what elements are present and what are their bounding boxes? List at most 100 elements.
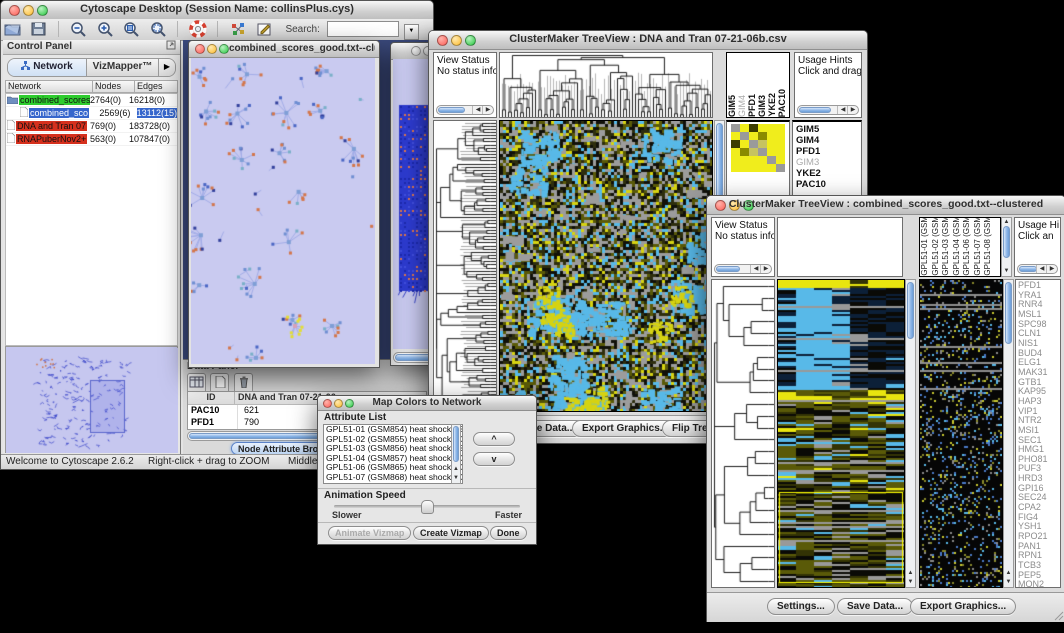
help-lifebuoy-icon[interactable] bbox=[189, 20, 208, 38]
main-titlebar[interactable]: Cytoscape Desktop (Session Name: collins… bbox=[1, 1, 433, 20]
zoom-selected-icon[interactable] bbox=[122, 20, 141, 38]
zoom-heatmap[interactable] bbox=[731, 124, 785, 172]
scroll-up-arrow[interactable]: ▲ bbox=[906, 569, 915, 578]
zoom-heatmap-cell[interactable] bbox=[776, 164, 785, 172]
scroll-up-arrow[interactable]: ▲ bbox=[1002, 218, 1011, 227]
scrollbar-thumb[interactable] bbox=[453, 426, 459, 462]
save-data-button[interactable]: Save Data... bbox=[837, 598, 913, 615]
scrollbar-thumb[interactable] bbox=[799, 107, 831, 113]
scroll-down-arrow[interactable]: ▼ bbox=[452, 474, 460, 483]
scroll-down-arrow[interactable]: ▼ bbox=[906, 578, 915, 587]
scroll-up-arrow[interactable]: ▲ bbox=[1004, 569, 1013, 578]
zoom-heatmap-cell[interactable] bbox=[758, 156, 767, 164]
dialog-titlebar[interactable]: Map Colors to Network bbox=[318, 396, 536, 411]
zoom-heatmap-cell[interactable] bbox=[731, 156, 740, 164]
zoom-heatmap-cell[interactable] bbox=[758, 132, 767, 140]
annotation-icon[interactable] bbox=[255, 20, 274, 38]
column-dendrogram-canvas[interactable] bbox=[500, 53, 712, 117]
tab-network[interactable]: Network bbox=[8, 59, 87, 76]
search-dropdown-arrow[interactable]: ▼ bbox=[404, 24, 419, 40]
zoom-heatmap-cell[interactable] bbox=[740, 164, 749, 172]
network-overview-canvas[interactable] bbox=[6, 348, 178, 453]
scrollbar-thumb[interactable] bbox=[716, 266, 740, 272]
zoom-heatmap-cell[interactable] bbox=[776, 124, 785, 132]
settings-button[interactable]: Settings... bbox=[767, 598, 835, 615]
scrollbar-thumb[interactable] bbox=[438, 107, 465, 113]
column-labels-panel[interactable]: GIM5GIM4PFD1GIM3YKE2PAC10 bbox=[726, 52, 790, 118]
zoom-heatmap-cell[interactable] bbox=[776, 140, 785, 148]
zoom-heatmap-cell[interactable] bbox=[776, 132, 785, 140]
zoom-heatmap-cell[interactable] bbox=[758, 148, 767, 156]
create-vizmap-button[interactable]: Create Vizmap bbox=[413, 526, 489, 540]
treeview1-titlebar[interactable]: ClusterMaker TreeView : DNA and Tran 07-… bbox=[429, 31, 867, 50]
gene-dendrogram-panel[interactable] bbox=[433, 120, 497, 412]
zoom-fit-icon[interactable] bbox=[149, 20, 168, 38]
zoom-heatmap-cell[interactable] bbox=[731, 164, 740, 172]
zoom-heatmap-cell[interactable] bbox=[758, 140, 767, 148]
zoom-heatmap-cell[interactable] bbox=[731, 140, 740, 148]
plugin-manager-icon[interactable] bbox=[229, 20, 248, 38]
zoom-heatmap-cell[interactable] bbox=[740, 148, 749, 156]
zoom-heatmap-cell[interactable] bbox=[749, 164, 758, 172]
search-input[interactable] bbox=[327, 21, 399, 37]
gene-labels-vscrollbar[interactable]: ▲ ▼ bbox=[1003, 279, 1014, 588]
attribute-list-vscrollbar[interactable]: ▲ ▼ bbox=[451, 424, 461, 484]
gene-dendrogram-canvas[interactable] bbox=[712, 280, 774, 587]
close-button[interactable] bbox=[411, 46, 421, 56]
network-table-row[interactable]: combined_scores 2764(0) 16218(0) bbox=[6, 94, 177, 107]
scroll-right-arrow[interactable]: ▶ bbox=[1046, 265, 1057, 273]
global-heatmap-panel[interactable] bbox=[777, 279, 905, 588]
heatmap-vscrollbar[interactable]: ▲ ▼ bbox=[905, 279, 916, 588]
tab-overflow-button[interactable]: ▶ bbox=[158, 59, 175, 76]
export-graphics-button[interactable]: Export Graphics... bbox=[910, 598, 1016, 615]
zoom-heatmap-cell[interactable] bbox=[749, 124, 758, 132]
scrollbar-thumb[interactable] bbox=[1019, 266, 1037, 272]
global-heatmap-canvas[interactable] bbox=[500, 121, 712, 411]
zoom-heatmap-cell[interactable] bbox=[767, 164, 776, 172]
usage-hints-hscrollbar[interactable]: ◀ ▶ bbox=[1017, 264, 1058, 274]
float-panel-icon[interactable] bbox=[166, 40, 176, 55]
tab-vizmapper[interactable]: VizMapper™ bbox=[87, 59, 158, 76]
zoom-heatmap-cell[interactable] bbox=[740, 156, 749, 164]
zoom-heatmap-cell[interactable] bbox=[767, 140, 776, 148]
column-dendrogram-panel[interactable] bbox=[499, 52, 713, 118]
zoom-heatmap-cell[interactable] bbox=[758, 164, 767, 172]
network-canvas[interactable] bbox=[191, 58, 375, 364]
zoom-heatmap-cell[interactable] bbox=[758, 124, 767, 132]
attribute-list-item[interactable]: GPL51-07 (GSM868) heat shock 60 min bbox=[324, 473, 462, 483]
attr-col-id[interactable]: ID bbox=[188, 392, 235, 404]
column-header-nodes[interactable]: Nodes bbox=[93, 80, 135, 93]
gene-labels-panel[interactable]: PFD1YRA1RNR4MSL1SPC98CLN1NIS1BUD4ELG1MAK… bbox=[1015, 279, 1061, 588]
scroll-down-arrow[interactable]: ▼ bbox=[1004, 578, 1013, 587]
resize-grip[interactable] bbox=[1054, 611, 1064, 621]
network-table-row[interactable]: DNA and Tran 07 769(0) 183728(0) bbox=[6, 120, 177, 133]
done-button[interactable]: Done bbox=[490, 526, 527, 540]
zoom-heatmap-cell[interactable] bbox=[749, 132, 758, 140]
column-labels-vscrollbar[interactable]: ▲ ▼ bbox=[1001, 217, 1012, 277]
zoom-heatmap-cell[interactable] bbox=[767, 132, 776, 140]
zoom-view-panel[interactable] bbox=[919, 279, 1003, 588]
column-header-network[interactable]: Network bbox=[5, 80, 93, 93]
save-icon[interactable] bbox=[29, 20, 48, 38]
view-status-hscrollbar[interactable]: ◀ ▶ bbox=[714, 264, 772, 274]
minimize-button[interactable] bbox=[207, 44, 217, 54]
usage-hints-hscrollbar[interactable]: ◀ ▶ bbox=[797, 105, 859, 115]
global-heatmap-panel[interactable] bbox=[499, 120, 713, 412]
network-table-row[interactable]: combined_sco 2569(6) 13112(15) bbox=[6, 107, 177, 120]
animate-vizmap-button[interactable]: Animate Vizmap bbox=[328, 526, 411, 540]
network-window-titlebar[interactable]: combined_scores_good.txt--cluste... bbox=[189, 41, 379, 58]
zoom-heatmap-canvas[interactable] bbox=[920, 280, 1002, 587]
move-up-button[interactable]: ^ bbox=[473, 432, 515, 446]
slider-thumb[interactable] bbox=[421, 500, 434, 514]
animation-speed-slider[interactable] bbox=[334, 505, 520, 508]
gene-dendrogram-canvas[interactable] bbox=[434, 121, 496, 411]
open-icon[interactable] bbox=[3, 20, 22, 38]
zoom-heatmap-cell[interactable] bbox=[731, 124, 740, 132]
scroll-down-arrow[interactable]: ▼ bbox=[1002, 267, 1011, 276]
zoom-in-icon[interactable] bbox=[96, 20, 115, 38]
close-button[interactable] bbox=[195, 44, 205, 54]
zoom-heatmap-cell[interactable] bbox=[749, 156, 758, 164]
column-dendrogram-panel[interactable] bbox=[777, 217, 903, 277]
zoom-heatmap-cell[interactable] bbox=[767, 156, 776, 164]
global-heatmap-canvas[interactable] bbox=[778, 280, 904, 587]
